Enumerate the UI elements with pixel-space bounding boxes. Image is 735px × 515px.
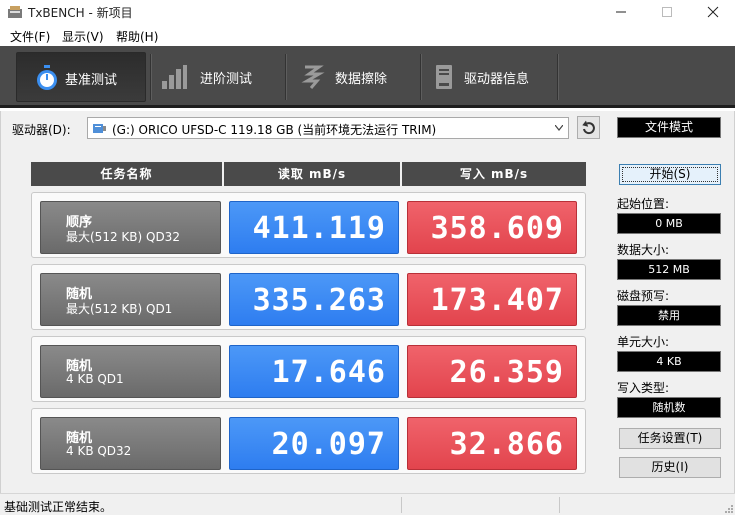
write-value: 26.359 xyxy=(407,345,577,398)
drive-select[interactable]: (G:) ORICO UFSD-C 119.18 GB (当前环境无法运行 TR… xyxy=(87,117,569,139)
task-cell: 随机 4 KB QD32 xyxy=(40,417,221,470)
drive-label: 驱动器(D): xyxy=(12,123,71,137)
write-type-label: 写入类型: xyxy=(617,381,670,395)
drive-select-value: (G:) ORICO UFSD-C 119.18 GB (当前环境无法运行 TR… xyxy=(112,123,437,137)
window-title: TxBENCH - 新项目 xyxy=(28,6,133,20)
task-settings-button[interactable]: 任务设置(T) xyxy=(619,428,721,449)
read-value: 20.097 xyxy=(229,417,399,470)
write-value: 173.407 xyxy=(407,273,577,326)
status-divider xyxy=(401,497,402,513)
tab-drive-info[interactable]: 驱动器信息 xyxy=(424,52,554,102)
minimize-button[interactable] xyxy=(598,0,644,24)
chevron-down-icon xyxy=(555,125,563,131)
menu-view[interactable]: 显示(V) xyxy=(62,28,104,45)
start-position-value[interactable]: 0 MB xyxy=(617,213,721,234)
tab-advanced-label: 进阶测试 xyxy=(200,72,253,87)
start-button[interactable]: 开始(S) xyxy=(619,164,721,185)
precondition-label: 磁盘预写: xyxy=(617,289,670,303)
status-text: 基础测试正常结束。 xyxy=(4,500,113,514)
menu-file[interactable]: 文件(F) xyxy=(10,28,50,45)
read-value: 17.646 xyxy=(229,345,399,398)
status-bar: 基础测试正常结束。 xyxy=(0,493,735,515)
task-detail: 最大(512 KB) QD1 xyxy=(66,302,173,316)
status-divider xyxy=(559,497,560,513)
tab-advanced[interactable]: 进阶测试 xyxy=(154,52,282,102)
usb-drive-icon xyxy=(93,124,106,133)
header-read: 读取 mB/s xyxy=(224,162,400,186)
unit-size-label: 单元大小: xyxy=(617,335,670,349)
resize-grip-icon[interactable] xyxy=(723,503,733,513)
stopwatch-icon xyxy=(37,65,57,90)
data-size-value[interactable]: 512 MB xyxy=(617,259,721,280)
tab-benchmark[interactable]: 基准测试 xyxy=(16,52,146,102)
read-value: 411.119 xyxy=(229,201,399,254)
toolbar-divider xyxy=(285,54,287,100)
refresh-icon xyxy=(582,120,595,135)
close-icon xyxy=(707,6,719,18)
refresh-button[interactable] xyxy=(577,116,600,139)
toolbar-divider xyxy=(150,54,152,100)
write-value: 32.866 xyxy=(407,417,577,470)
toolbar-divider xyxy=(420,54,422,100)
task-detail: 4 KB QD32 xyxy=(66,444,132,458)
tab-drive-info-label: 驱动器信息 xyxy=(464,72,530,87)
data-size-label: 数据大小: xyxy=(617,243,670,257)
close-button[interactable] xyxy=(690,0,735,24)
task-detail: 4 KB QD1 xyxy=(66,372,124,386)
task-detail: 最大(512 KB) QD32 xyxy=(66,230,180,244)
bar-chart-icon xyxy=(162,65,187,89)
maximize-button[interactable] xyxy=(644,0,690,24)
tab-erase-label: 数据擦除 xyxy=(335,72,388,87)
toolbar: 基准测试 进阶测试 数据擦除 驱动器信息 xyxy=(0,46,735,108)
unit-size-value[interactable]: 4 KB xyxy=(617,351,721,372)
write-type-value[interactable]: 随机数 xyxy=(617,397,721,418)
header-write: 写入 mB/s xyxy=(402,162,586,186)
file-mode-toggle[interactable]: 文件模式 xyxy=(617,117,721,138)
task-cell: 随机 最大(512 KB) QD1 xyxy=(40,273,221,326)
app-icon xyxy=(8,6,22,18)
tab-erase[interactable]: 数据擦除 xyxy=(289,52,417,102)
read-value: 335.263 xyxy=(229,273,399,326)
focus-ring xyxy=(622,167,718,182)
task-cell: 顺序 最大(512 KB) QD32 xyxy=(40,201,221,254)
title-bar: TxBENCH - 新项目 xyxy=(0,0,735,24)
maximize-icon xyxy=(662,7,672,17)
history-button[interactable]: 历史(I) xyxy=(619,457,721,478)
minimize-icon xyxy=(616,11,626,13)
menu-help[interactable]: 帮助(H) xyxy=(116,28,158,45)
menu-bar: 文件(F) 显示(V) 帮助(H) xyxy=(0,24,735,46)
tab-benchmark-label: 基准测试 xyxy=(65,73,118,88)
start-position-label: 起始位置: xyxy=(617,197,670,211)
task-cell: 随机 4 KB QD1 xyxy=(40,345,221,398)
precondition-value[interactable]: 禁用 xyxy=(617,305,721,326)
eraser-icon xyxy=(301,65,325,89)
header-task-name: 任务名称 xyxy=(31,162,222,186)
toolbar-divider xyxy=(557,54,559,100)
drive-info-icon xyxy=(436,65,452,89)
write-value: 358.609 xyxy=(407,201,577,254)
